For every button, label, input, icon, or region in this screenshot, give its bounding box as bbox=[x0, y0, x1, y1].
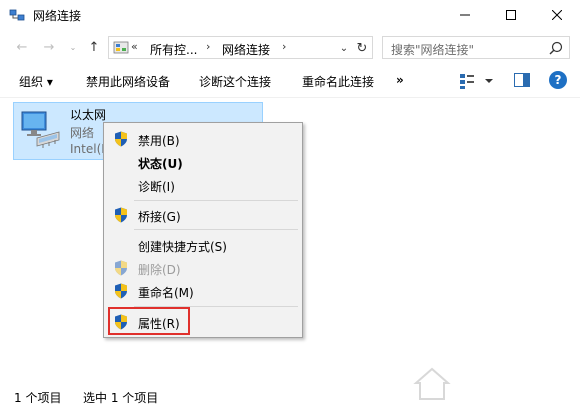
command-bar: 组织 ▾ 禁用此网络设备 诊断这个连接 重命名此连接 » ? bbox=[0, 64, 580, 98]
organize-menu-button[interactable]: 组织 ▾ bbox=[19, 73, 53, 90]
item-count: 1 个项目 bbox=[14, 391, 62, 405]
menu-item-label: 创建快捷方式(S) bbox=[138, 240, 227, 254]
menu-separator bbox=[134, 229, 298, 230]
menu-item-disable[interactable]: 禁用(B) bbox=[106, 128, 300, 150]
menu-item-bridge[interactable]: 桥接(G) bbox=[106, 204, 300, 226]
close-icon bbox=[552, 10, 562, 20]
change-view-button[interactable] bbox=[459, 72, 495, 90]
menu-item-rename[interactable]: 重命名(M) bbox=[106, 280, 300, 302]
address-bar[interactable]: « 所有控... › 网络连接 › ⌄ ↻ bbox=[108, 36, 373, 59]
menu-item-label: 状态(U) bbox=[138, 157, 183, 171]
connection-status: 网络 bbox=[70, 126, 95, 140]
breadcrumb-separator-icon[interactable]: › bbox=[206, 40, 210, 53]
uac-shield-icon bbox=[115, 207, 127, 223]
menu-item-label: 诊断(I) bbox=[138, 180, 175, 194]
menu-item-status[interactable]: 状态(U) bbox=[106, 151, 300, 173]
back-button[interactable]: ← bbox=[13, 38, 31, 56]
control-panel-icon bbox=[113, 41, 129, 54]
disable-device-button[interactable]: 禁用此网络设备 bbox=[86, 73, 170, 90]
rename-connection-button[interactable]: 重命名此连接 bbox=[302, 73, 374, 90]
search-icon bbox=[549, 41, 563, 55]
refresh-button[interactable]: ↻ bbox=[354, 39, 370, 57]
ethernet-adapter-icon bbox=[21, 111, 60, 148]
highlight-annotation-box bbox=[108, 307, 190, 335]
selection-count: 选中 1 个项目 bbox=[83, 391, 159, 405]
context-menu: 禁用(B) 状态(U) 诊断(I) 桥接(G) 创建快捷方式(S) 删除(D) … bbox=[103, 122, 303, 338]
menu-item-label: 删除(D) bbox=[138, 263, 181, 277]
connection-name: 以太网 bbox=[70, 108, 107, 122]
menu-item-create-shortcut[interactable]: 创建快捷方式(S) bbox=[106, 234, 300, 256]
menu-item-delete: 删除(D) bbox=[106, 257, 300, 279]
maximize-icon bbox=[506, 10, 516, 20]
back-arrow-icon: ← bbox=[16, 39, 28, 55]
chevron-down-icon: ⌄ bbox=[69, 42, 77, 52]
up-button[interactable]: ↑ bbox=[85, 38, 103, 56]
minimize-icon bbox=[460, 14, 470, 16]
breadcrumb-control-panel[interactable]: 所有控... bbox=[150, 41, 197, 58]
watermark-house-icon bbox=[413, 367, 451, 400]
menu-separator bbox=[134, 200, 298, 201]
uac-shield-icon bbox=[115, 283, 127, 299]
preview-pane-button[interactable] bbox=[514, 73, 530, 87]
forward-arrow-icon: → bbox=[43, 39, 55, 55]
view-options-icon bbox=[460, 74, 493, 89]
search-input[interactable]: 搜索"网络连接" bbox=[382, 36, 570, 59]
menu-item-label: 桥接(G) bbox=[138, 210, 181, 224]
title-bar: 网络连接 bbox=[0, 0, 580, 30]
up-arrow-icon: ↑ bbox=[88, 39, 100, 55]
uac-shield-icon bbox=[115, 131, 127, 147]
breadcrumb-network-connections[interactable]: 网络连接 bbox=[222, 41, 270, 58]
watermark-logo bbox=[410, 359, 580, 408]
navigation-bar: ← → ⌄ ↑ « 所有控... › 网络连接 › ⌄ ↻ 搜索"网络连接" bbox=[0, 31, 580, 63]
more-commands-button[interactable]: » bbox=[396, 73, 404, 87]
refresh-icon: ↻ bbox=[356, 40, 368, 56]
breadcrumb-separator-icon[interactable]: › bbox=[282, 40, 286, 53]
maximize-button[interactable] bbox=[488, 0, 534, 30]
help-button[interactable]: ? bbox=[549, 71, 567, 89]
network-connections-icon bbox=[9, 9, 25, 21]
uac-shield-icon bbox=[115, 260, 127, 276]
address-dropdown-button[interactable]: ⌄ bbox=[337, 40, 351, 56]
menu-item-diagnose[interactable]: 诊断(I) bbox=[106, 174, 300, 196]
menu-item-label: 禁用(B) bbox=[138, 134, 180, 148]
search-placeholder: 搜索"网络连接" bbox=[391, 43, 475, 57]
forward-button[interactable]: → bbox=[40, 38, 58, 56]
window-title: 网络连接 bbox=[33, 9, 82, 23]
close-button[interactable] bbox=[534, 0, 580, 30]
menu-item-label: 重命名(M) bbox=[138, 286, 194, 300]
minimize-button[interactable] bbox=[442, 0, 488, 30]
recent-locations-button[interactable]: ⌄ bbox=[64, 38, 82, 56]
chevron-down-icon: ⌄ bbox=[339, 42, 349, 54]
diagnose-connection-button[interactable]: 诊断这个连接 bbox=[199, 73, 271, 90]
breadcrumb-overflow-icon[interactable]: « bbox=[131, 40, 138, 53]
